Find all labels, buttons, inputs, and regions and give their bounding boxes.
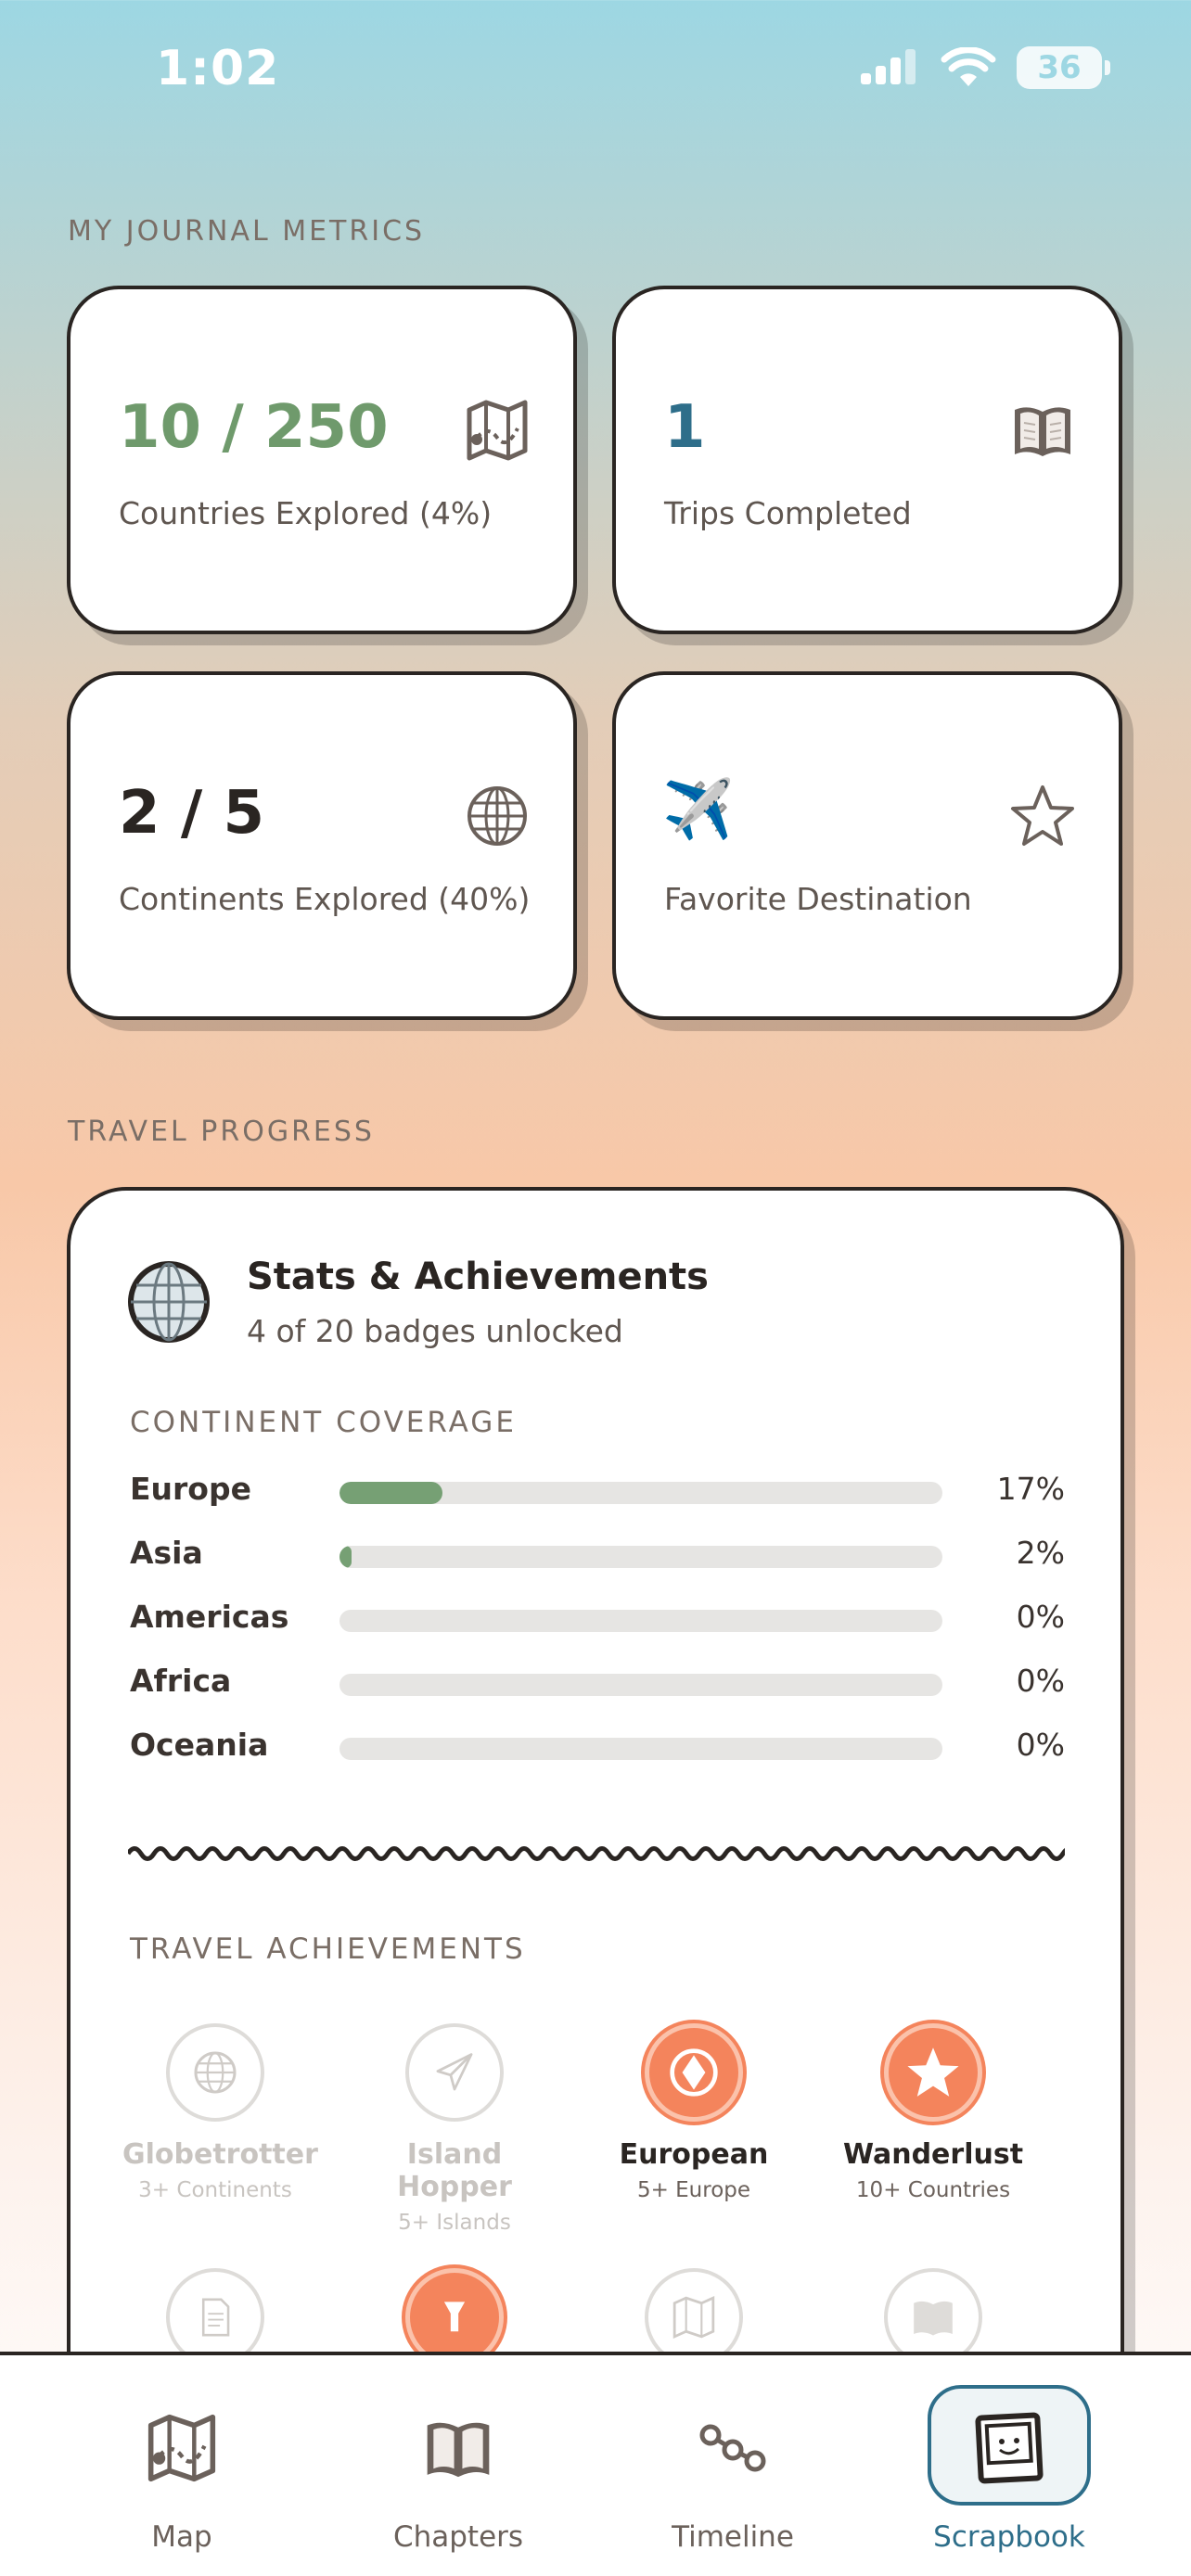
tab-scrapbook[interactable]: Scrapbook (898, 2355, 1121, 2576)
polaroid-icon (975, 2412, 1044, 2484)
continent-name: Asia (130, 1535, 203, 1571)
status-icons: 36 (859, 46, 1110, 89)
star-icon (907, 2047, 959, 2097)
badge-name: Globetrotter (122, 2138, 318, 2171)
continent-percent: 0% (1016, 1599, 1065, 1635)
travel-achievements-label: TRAVEL ACHIEVEMENTS (130, 1932, 526, 1966)
metric-label: Continents Explored (40%) (119, 881, 531, 917)
badge-requirement: 3+ Continents (138, 2178, 292, 2202)
tab-label: Timeline (672, 2520, 794, 2554)
diamond-icon (670, 2048, 718, 2097)
stats-card-subtitle: 4 of 20 badges unlocked (247, 1313, 623, 1349)
metric-card-favorite[interactable]: ✈️ Favorite Destination (612, 671, 1122, 1020)
timeline-icon (699, 2424, 766, 2472)
tab-chapters[interactable]: Chapters (347, 2355, 570, 2576)
badge-requirement: 5+ Europe (636, 2178, 751, 2202)
badge-wanderlust[interactable]: Wanderlust 10+ Countries (840, 2023, 1026, 2202)
metric-card-trips[interactable]: 1 Trips Completed (612, 286, 1122, 634)
metric-value: 10 / 250 (119, 393, 389, 462)
metric-card-continents[interactable]: 2 / 5 Continents Explored (40%) (67, 671, 577, 1020)
badge-requirement: 5+ Islands (398, 2211, 511, 2235)
tab-map[interactable]: Map (70, 2355, 293, 2576)
signal-icon (861, 49, 916, 84)
star-icon (1011, 785, 1074, 846)
metrics-section-label: MY JOURNAL METRICS (68, 215, 426, 248)
badge-name: European (619, 2138, 769, 2171)
badge-european[interactable]: European 5+ Europe (601, 2023, 787, 2202)
coverage-bar-track (339, 1674, 942, 1696)
continent-percent: 0% (1016, 1663, 1065, 1699)
metric-label: Trips Completed (664, 495, 912, 531)
globe-icon (194, 2051, 237, 2094)
globe-icon (467, 786, 527, 846)
map-icon (147, 2414, 216, 2482)
coverage-bar-track (339, 1482, 942, 1504)
badge-globetrotter[interactable]: Globetrotter 3+ Continents (122, 2023, 318, 2202)
book-icon (427, 2422, 490, 2478)
badge-icon-circle (884, 2023, 982, 2122)
continent-name: Oceania (130, 1727, 269, 1763)
badge-island-hopper[interactable]: Island Hopper 5+ Islands (362, 2023, 547, 2235)
continent-percent: 0% (1016, 1727, 1065, 1763)
map-icon (672, 2296, 715, 2339)
coverage-bar-fill (339, 1546, 352, 1568)
tab-label: Scrapbook (933, 2520, 1085, 2554)
badge-icon-circle (166, 2023, 264, 2122)
coverage-bar-track (339, 1610, 942, 1632)
globe-icon (128, 1261, 210, 1343)
airplane-emoji: ✈️ (662, 775, 735, 843)
metric-card-countries[interactable]: 10 / 250 Countries Explored (4%) (67, 286, 577, 634)
metric-value: 1 (664, 393, 706, 462)
stats-card-title: Stats & Achievements (247, 1256, 709, 1298)
badge-requirement: 10+ Countries (855, 2178, 1011, 2202)
continent-name: Europe (130, 1471, 251, 1507)
tab-label: Chapters (392, 2520, 524, 2554)
progress-section-label: TRAVEL PROGRESS (68, 1116, 375, 1148)
tab-label: Map (151, 2520, 212, 2554)
continent-name: Americas (130, 1599, 289, 1635)
continent-coverage-label: CONTINENT COVERAGE (130, 1406, 517, 1439)
pin-icon (443, 2302, 466, 2332)
continent-name: Africa (130, 1663, 232, 1699)
badge-name: Wanderlust (842, 2138, 1024, 2171)
badge-icon-circle (645, 2023, 743, 2122)
tab-timeline[interactable]: Timeline (621, 2355, 844, 2576)
metric-label: Countries Explored (4%) (119, 495, 493, 531)
book-icon (914, 2301, 953, 2336)
wavy-divider (128, 1846, 1065, 1861)
coverage-bar-track (339, 1738, 942, 1760)
badge-icon-circle (405, 2023, 504, 2122)
tab-bar: Map Chapters Timeline Scrapbook (0, 2352, 1191, 2576)
document-icon (201, 2298, 230, 2337)
coverage-bar-track (339, 1546, 942, 1568)
paper-plane-icon (436, 2053, 473, 2091)
map-icon (467, 400, 528, 461)
coverage-bar-fill (339, 1482, 442, 1504)
battery-indicator: 36 (1017, 46, 1110, 89)
continent-percent: 2% (1016, 1535, 1065, 1571)
continent-percent: 17% (996, 1471, 1065, 1507)
wifi-icon (941, 47, 996, 86)
book-icon (1015, 407, 1070, 456)
metric-label: Favorite Destination (664, 881, 972, 917)
badge-name: Island Hopper (397, 2138, 512, 2203)
status-time: 1:02 (156, 41, 280, 96)
metric-value: 2 / 5 (119, 779, 264, 848)
